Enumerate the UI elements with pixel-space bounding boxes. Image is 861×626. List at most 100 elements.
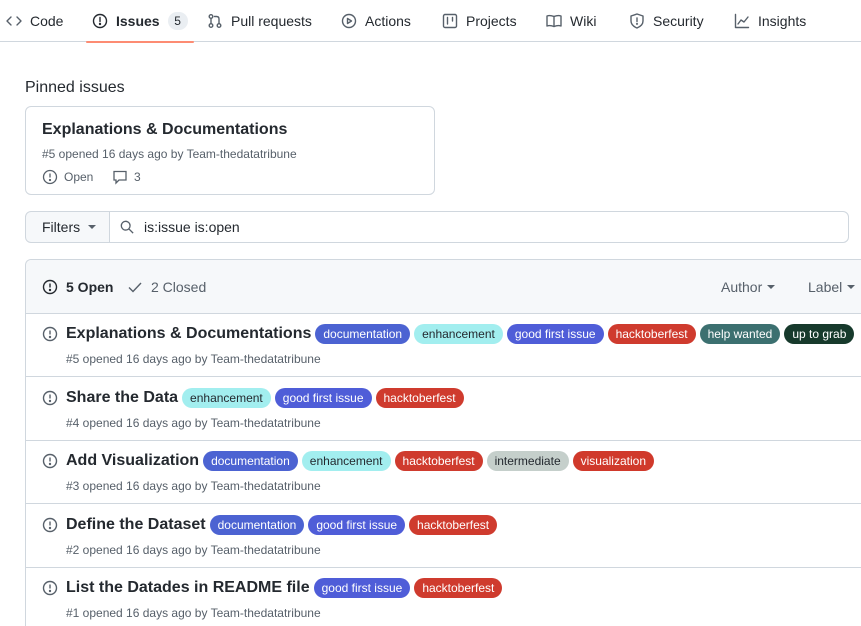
issue-title-line: Add Visualization documentation enhancemen… bbox=[66, 451, 654, 471]
tab-wiki-label: Wiki bbox=[570, 13, 597, 29]
issue-meta: #5 opened 16 days ago by Team-thedatatri… bbox=[66, 352, 321, 366]
code-icon bbox=[6, 16, 22, 26]
issue-row[interactable]: List the Datades in README file good firs… bbox=[26, 568, 861, 626]
issue-title-link[interactable]: Share the Data bbox=[66, 389, 178, 407]
issue-label[interactable]: good first issue bbox=[308, 514, 406, 535]
issue-opened-icon bbox=[42, 169, 58, 185]
issue-row[interactable]: Share the Data enhancement good first issu… bbox=[26, 378, 861, 441]
issue-title-line: List the Datades in README file good firs… bbox=[66, 578, 503, 598]
author-filter-label: Author bbox=[721, 279, 763, 295]
pinned-issue-title[interactable]: Explanations & Documentations bbox=[42, 121, 287, 139]
caret-down-icon bbox=[767, 285, 776, 289]
issue-label[interactable]: documentation bbox=[203, 451, 298, 471]
tab-security-label: Security bbox=[653, 13, 704, 29]
filters-button[interactable]: Filters bbox=[26, 212, 110, 242]
pinned-issue-state: Open bbox=[42, 169, 93, 185]
repo-nav: Code Issues 5 Pull requests Actions Proj… bbox=[0, 0, 861, 43]
caret-down-icon bbox=[847, 285, 856, 289]
tab-security[interactable]: Security bbox=[629, 0, 704, 42]
issue-meta: #1 opened 16 days ago by Team-thedatatri… bbox=[66, 606, 321, 620]
graph-icon bbox=[734, 13, 750, 29]
shield-icon bbox=[630, 13, 644, 29]
issue-title-link[interactable]: List the Datades in README file bbox=[66, 579, 310, 597]
issue-label[interactable]: help wanted bbox=[699, 324, 781, 344]
filters-button-label: Filters bbox=[42, 219, 81, 235]
tab-pull-requests[interactable]: Pull requests bbox=[207, 0, 312, 42]
issue-label[interactable]: hacktoberfest bbox=[414, 578, 503, 598]
issue-label[interactable]: hacktoberfest bbox=[409, 514, 498, 535]
issue-meta: #2 opened 16 days ago by Team-thedatatri… bbox=[66, 542, 321, 557]
book-icon bbox=[546, 14, 562, 28]
issue-label[interactable]: up to grab bbox=[784, 324, 855, 344]
pinned-issue-meta: #5 opened 16 days ago by Team-thedatatri… bbox=[42, 147, 297, 161]
issue-opened-icon bbox=[42, 453, 58, 472]
comment-icon bbox=[113, 170, 127, 185]
issue-opened-icon bbox=[42, 517, 58, 536]
issue-opened-icon bbox=[92, 13, 108, 29]
issue-label[interactable]: documentation bbox=[315, 324, 411, 344]
closed-issues-label: 2 Closed bbox=[151, 279, 207, 295]
open-issues-toggle[interactable]: 5 Open bbox=[42, 279, 113, 295]
issue-opened-icon bbox=[42, 326, 58, 345]
tab-issues-label: Issues bbox=[116, 13, 160, 29]
author-filter-dropdown[interactable]: Author bbox=[721, 279, 776, 295]
pinned-issue-comments-count: 3 bbox=[134, 170, 141, 184]
table-icon bbox=[442, 13, 458, 29]
pinned-issue-card[interactable]: Explanations & Documentations #5 opened … bbox=[25, 106, 435, 195]
tab-pull-requests-label: Pull requests bbox=[231, 13, 312, 29]
search-icon bbox=[120, 220, 134, 234]
issue-title-link[interactable]: Add Visualization bbox=[66, 452, 199, 470]
issues-search-input[interactable] bbox=[144, 219, 744, 235]
issue-row[interactable]: Add Visualization documentation enhancemen… bbox=[26, 441, 861, 504]
tab-insights-label: Insights bbox=[758, 13, 807, 29]
issue-label[interactable]: enhancement bbox=[414, 324, 503, 344]
issue-title-line: Share the Data enhancement good first issu… bbox=[66, 387, 464, 408]
issue-title-line: Define the Dataset documentation good firs… bbox=[66, 514, 498, 535]
issues-filter-bar: Filters bbox=[25, 211, 849, 243]
tab-insights[interactable]: Insights bbox=[734, 0, 806, 42]
issue-label[interactable]: enhancement bbox=[182, 387, 271, 408]
caret-down-icon bbox=[88, 225, 97, 229]
tab-actions-label: Actions bbox=[365, 13, 411, 29]
issues-count-badge: 5 bbox=[167, 12, 188, 30]
tab-projects[interactable]: Projects bbox=[442, 0, 517, 42]
tab-actions[interactable]: Actions bbox=[341, 0, 411, 42]
check-icon bbox=[128, 282, 142, 293]
issue-opened-icon bbox=[42, 580, 58, 599]
issue-label[interactable]: hacktoberfest bbox=[607, 324, 696, 344]
issues-list-header: 5 Open 2 Closed Author Label bbox=[26, 260, 861, 314]
issue-label[interactable]: good first issue bbox=[506, 324, 604, 344]
issue-label[interactable]: hacktoberfest bbox=[394, 451, 483, 471]
tab-issues[interactable]: Issues 5 bbox=[86, 0, 194, 43]
pinned-issue-state-label: Open bbox=[64, 170, 94, 184]
issue-title-line: Explanations & Documentations documentati… bbox=[66, 324, 855, 344]
open-issues-label: 5 Open bbox=[66, 279, 114, 295]
pull-request-icon bbox=[208, 14, 222, 28]
issue-label[interactable]: visualization bbox=[572, 451, 654, 471]
issue-label[interactable]: good first issue bbox=[274, 387, 372, 408]
tab-code-label: Code bbox=[30, 13, 64, 29]
issue-title-link[interactable]: Define the Dataset bbox=[66, 516, 206, 534]
tab-projects-label: Projects bbox=[466, 13, 517, 29]
label-filter-label: Label bbox=[808, 279, 843, 295]
tab-code[interactable]: Code bbox=[6, 0, 63, 42]
issue-meta: #4 opened 16 days ago by Team-thedatatri… bbox=[66, 415, 321, 430]
issue-row[interactable]: Define the Dataset documentation good firs… bbox=[26, 505, 861, 568]
issue-label[interactable]: enhancement bbox=[301, 451, 391, 471]
issue-title-link[interactable]: Explanations & Documentations bbox=[66, 325, 311, 343]
issue-row[interactable]: Explanations & Documentations documentati… bbox=[26, 314, 861, 377]
closed-issues-toggle[interactable]: 2 Closed bbox=[127, 279, 206, 295]
issue-label[interactable]: documentation bbox=[209, 514, 305, 535]
issue-opened-icon bbox=[42, 390, 58, 409]
play-icon bbox=[341, 13, 357, 29]
issue-opened-icon bbox=[42, 279, 58, 295]
label-filter-dropdown[interactable]: Label bbox=[808, 279, 856, 295]
issues-search-box[interactable] bbox=[110, 212, 848, 242]
issue-meta: #3 opened 16 days ago by Team-thedatatri… bbox=[66, 479, 321, 493]
issues-list: 5 Open 2 Closed Author Label Explanation… bbox=[25, 259, 861, 626]
tab-wiki[interactable]: Wiki bbox=[546, 0, 596, 42]
issue-label[interactable]: good first issue bbox=[313, 578, 411, 598]
issue-label[interactable]: intermediate bbox=[486, 451, 569, 471]
issue-label[interactable]: hacktoberfest bbox=[375, 387, 464, 408]
pinned-issue-comments[interactable]: 3 bbox=[112, 169, 141, 185]
